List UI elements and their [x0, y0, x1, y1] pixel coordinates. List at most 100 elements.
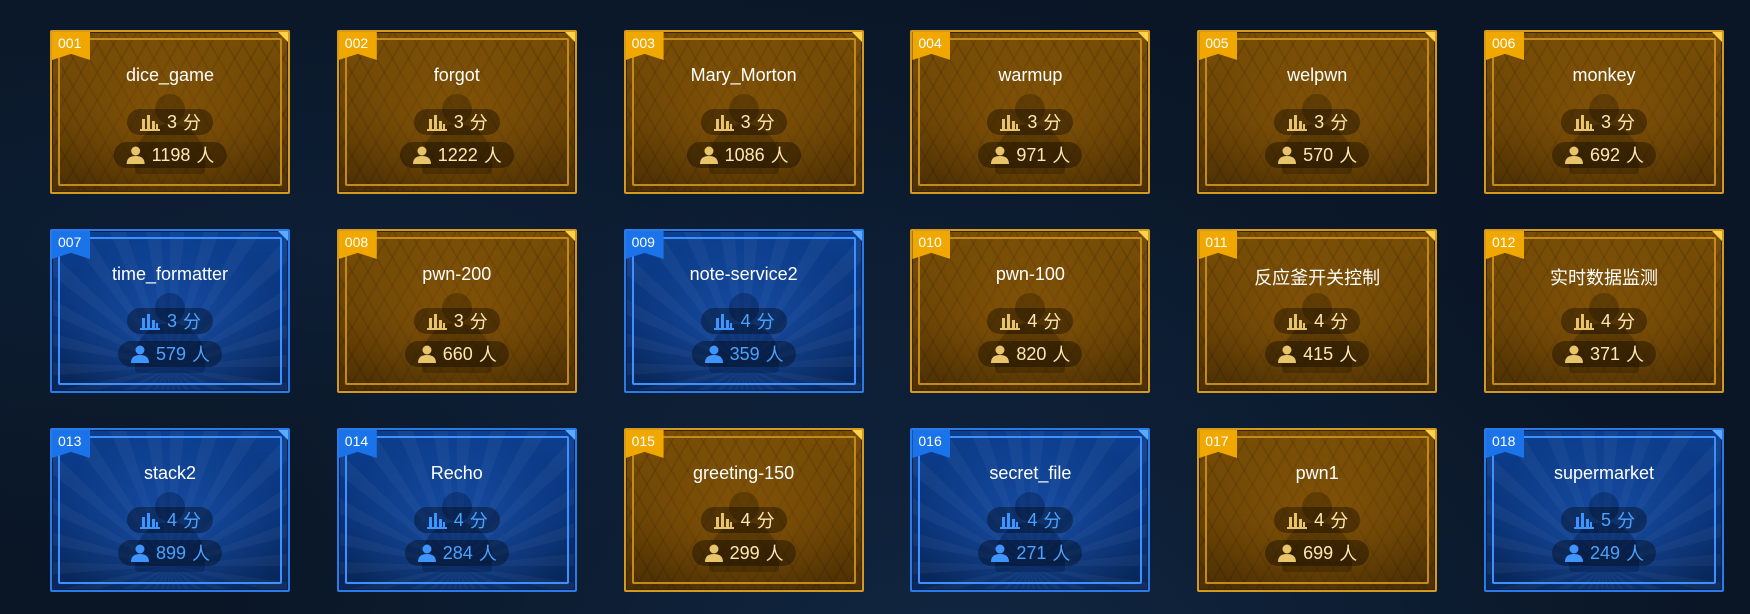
challenge-title: pwn-200: [422, 264, 492, 284]
challenge-card[interactable]: 008 pwn-200 3 分 660 人: [336, 229, 577, 393]
score-unit: 分: [756, 312, 775, 332]
corner-accent: [1712, 231, 1722, 241]
bar-chart-icon: [426, 314, 447, 330]
challenge-title: pwn1: [1295, 463, 1339, 483]
challenge-card[interactable]: 009 note-service2 4 分 359 人: [623, 229, 864, 393]
user-icon: [704, 544, 723, 562]
challenge-card[interactable]: 005 welpwn 3 分 570 人: [1197, 30, 1438, 194]
score-badge: 4分: [987, 507, 1074, 533]
corner-accent: [1138, 430, 1149, 440]
score-value: 4: [1314, 509, 1325, 530]
bar-chart-icon: [1287, 314, 1308, 330]
challenge-card[interactable]: 012 实时数据监测 4 分 371 人: [1484, 229, 1724, 393]
user-icon: [417, 345, 436, 363]
challenge-card[interactable]: 017 pwn1 4 分 699 人: [1197, 428, 1438, 592]
challenge-card[interactable]: 016 secret_file 4 分 271 人: [910, 428, 1151, 592]
score-unit: 分: [469, 113, 488, 133]
challenge-card[interactable]: 003 Mary_Morton 3 分 1086 人: [623, 30, 864, 194]
user-icon: [1278, 146, 1297, 164]
solver-count-badge: 579 人: [117, 341, 223, 367]
solver-count-badge: 660 人: [404, 341, 509, 367]
solver-count-value: 692: [1589, 144, 1621, 165]
solver-count-value: 699: [1303, 542, 1334, 563]
challenge-title: secret_file: [989, 463, 1072, 483]
bar-chart-icon: [1000, 513, 1021, 529]
challenge-number: 014: [338, 430, 377, 458]
challenge-number: 016: [912, 430, 951, 458]
challenge-number: 003: [625, 32, 664, 60]
solver-count-unit: 人: [770, 146, 789, 166]
challenge-card[interactable]: 015 greeting-150 4 分 299 人: [623, 428, 864, 592]
score-badge: 3分: [126, 109, 214, 135]
solver-count-badge: 1198 人: [113, 142, 227, 168]
challenge-title: monkey: [1572, 65, 1636, 85]
score-unit: 分: [1330, 312, 1349, 332]
challenge-number: 001: [52, 32, 90, 60]
score-value: 3: [1600, 111, 1612, 132]
challenge-number: 008: [338, 231, 377, 259]
challenge-card[interactable]: 004 warmup 3 分 971 人: [910, 30, 1151, 194]
bar-chart-icon: [1000, 115, 1021, 131]
score-value: 3: [453, 310, 464, 331]
solver-count-unit: 人: [1626, 345, 1645, 365]
challenge-title: forgot: [433, 65, 480, 85]
score-value: 4: [1600, 310, 1612, 331]
score-badge: 5分: [1560, 507, 1648, 533]
solver-count-unit: 人: [483, 146, 502, 166]
challenge-card[interactable]: 014 Recho 4 分 284 人: [336, 428, 577, 592]
score-unit: 分: [469, 511, 488, 531]
challenge-title: warmup: [998, 65, 1063, 85]
solver-count-badge: 284 人: [404, 540, 509, 566]
solver-count-value: 299: [729, 542, 760, 563]
challenge-grid: 001 dice_game 3 分 1198 人 002 forgot 3 分 1222 人 003 Ma…: [0, 0, 1750, 614]
solver-count-value: 415: [1303, 343, 1334, 364]
challenge-card[interactable]: 001 dice_game 3 分 1198 人: [50, 30, 290, 194]
score-badge: 4分: [700, 308, 787, 334]
user-icon: [1564, 345, 1583, 363]
challenge-card[interactable]: 007 time_formatter 3 分 579 人: [50, 229, 290, 393]
score-badge: 3分: [413, 109, 500, 135]
user-icon: [1278, 345, 1297, 363]
challenge-card[interactable]: 011 反应釜开关控制 4 分 415 人: [1197, 229, 1438, 393]
solver-count-badge: 1222 人: [399, 142, 514, 168]
score-badge: 3分: [987, 109, 1074, 135]
solver-count-unit: 人: [1339, 544, 1358, 564]
solver-count-unit: 人: [1626, 544, 1645, 564]
score-badge: 4分: [413, 507, 500, 533]
score-unit: 分: [1617, 312, 1636, 332]
score-unit: 分: [756, 511, 775, 531]
score-badge: 3分: [413, 308, 500, 334]
corner-accent: [1712, 430, 1722, 440]
challenge-title: welpwn: [1287, 65, 1348, 85]
score-value: 4: [740, 310, 751, 331]
solver-count-value: 371: [1589, 343, 1621, 364]
challenge-card[interactable]: 010 pwn-100 4 分 820 人: [910, 229, 1151, 393]
bar-chart-icon: [713, 115, 734, 131]
solver-count-value: 579: [155, 343, 187, 364]
score-value: 3: [740, 111, 751, 132]
bar-chart-icon: [1000, 314, 1021, 330]
solver-count-unit: 人: [1626, 146, 1645, 166]
user-icon: [130, 544, 149, 562]
challenge-number: 018: [1486, 430, 1524, 458]
corner-accent: [851, 231, 862, 241]
score-unit: 分: [183, 312, 202, 332]
corner-accent: [278, 231, 288, 241]
corner-accent: [564, 430, 575, 440]
solver-count-badge: 692 人: [1551, 142, 1657, 168]
challenge-card[interactable]: 006 monkey 3 分 692 人: [1484, 30, 1724, 194]
corner-accent: [851, 32, 862, 42]
solver-count-value: 1222: [437, 144, 478, 165]
score-badge: 4分: [700, 507, 787, 533]
solver-count-badge: 249 人: [1551, 540, 1657, 566]
score-value: 4: [453, 509, 464, 530]
challenge-card[interactable]: 002 forgot 3 分 1222 人: [336, 30, 577, 194]
user-icon: [412, 146, 431, 164]
challenge-card[interactable]: 013 stack2 4 分 899 人: [50, 428, 290, 592]
solver-count-value: 820: [1016, 343, 1047, 364]
bar-chart-icon: [1573, 513, 1594, 529]
user-icon: [1564, 544, 1583, 562]
solver-count-badge: 570 人: [1265, 142, 1370, 168]
challenge-card[interactable]: 018 supermarket 5 分 249 人: [1484, 428, 1724, 592]
corner-accent: [851, 430, 862, 440]
